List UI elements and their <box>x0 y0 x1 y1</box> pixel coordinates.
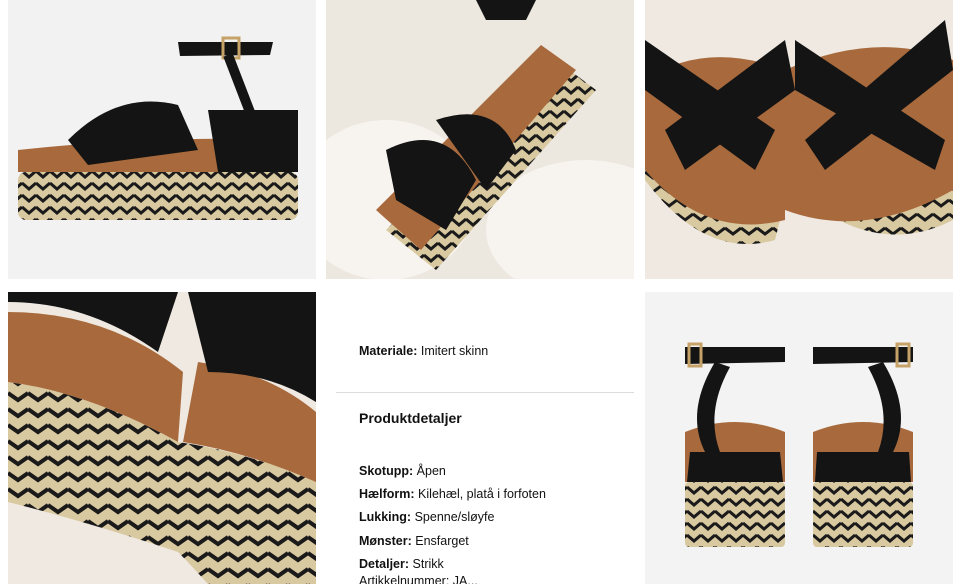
detail-row: Lukking: Spenne/sløyfe <box>359 510 495 525</box>
product-photo-straps-closeup <box>645 0 953 279</box>
sandal-sole-illustration <box>8 292 316 584</box>
cut-off-line: Artikkelnummer: JA... <box>359 574 478 584</box>
details-list: Skotupp: Åpen Hælform: Kilehæl, platå i … <box>359 460 546 576</box>
material-label: Materiale: <box>359 344 418 358</box>
product-photo-side-view <box>8 0 316 279</box>
details-heading: Produktdetaljer <box>359 410 462 426</box>
material-row: Materiale: Imitert skinn <box>359 344 488 358</box>
section-divider <box>336 392 634 393</box>
product-photo-on-rug <box>326 0 634 279</box>
sandal-back-illustration <box>645 292 953 584</box>
sandal-rug-illustration <box>326 0 634 279</box>
sandal-straps-illustration <box>645 0 953 279</box>
detail-row: Mønster: Ensfarget <box>359 533 469 548</box>
sandal-side-illustration <box>18 36 298 220</box>
material-value: Imitert skinn <box>420 344 489 358</box>
product-info: Materiale: Imitert skinn Produktdetaljer… <box>326 292 634 584</box>
product-photo-sole-closeup <box>8 292 316 584</box>
detail-row: Hælform: Kilehæl, platå i forfoten <box>359 487 546 502</box>
product-photo-back-view <box>645 292 953 584</box>
detail-row: Detaljer: Strikk <box>359 556 444 571</box>
detail-row: Skotupp: Åpen <box>359 464 446 478</box>
